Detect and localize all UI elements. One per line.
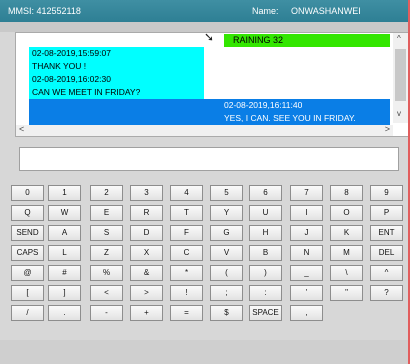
keyboard-key[interactable]: G <box>210 225 243 241</box>
keyboard-key[interactable]: % <box>90 265 123 281</box>
keyboard-key[interactable]: Q <box>11 205 44 221</box>
message-text: THANK YOU ! <box>32 61 87 71</box>
scroll-right-icon[interactable]: > <box>385 124 390 134</box>
keyboard-key[interactable]: " <box>330 285 363 301</box>
keyboard-key[interactable]: + <box>130 305 163 321</box>
keyboard-key[interactable]: $ <box>210 305 243 321</box>
keyboard-key[interactable]: @ <box>11 265 44 281</box>
keyboard-key[interactable]: V <box>210 245 243 261</box>
keyboard-key[interactable]: Y <box>210 205 243 221</box>
vertical-scrollbar[interactable]: ^ v <box>393 33 409 123</box>
keyboard-key[interactable]: , <box>290 305 323 321</box>
keyboard-key[interactable]: ^ <box>370 265 403 281</box>
keyboard-key[interactable]: C <box>170 245 203 261</box>
keyboard-key[interactable]: # <box>48 265 81 281</box>
keyboard-key[interactable]: B <box>249 245 282 261</box>
name-label: Name: <box>252 6 279 16</box>
keyboard-key[interactable]: - <box>90 305 123 321</box>
keyboard-key[interactable]: I <box>290 205 323 221</box>
keyboard-key[interactable]: * <box>170 265 203 281</box>
keyboard-key[interactable]: 5 <box>210 185 243 201</box>
keyboard-key[interactable]: [ <box>11 285 44 301</box>
keyboard-key[interactable]: M <box>330 245 363 261</box>
horizontal-scrollbar[interactable]: < > <box>16 124 393 136</box>
incoming-message: 02-08-2019,15:59:07 THANK YOU ! 02-08-20… <box>29 47 204 99</box>
keyboard-key[interactable]: K <box>330 225 363 241</box>
scroll-thumb[interactable] <box>395 49 406 101</box>
keyboard-key[interactable]: F <box>170 225 203 241</box>
scroll-up-icon[interactable]: ^ <box>397 34 401 43</box>
keyboard-key[interactable]: 9 <box>370 185 403 201</box>
keyboard-key[interactable]: P <box>370 205 403 221</box>
keyboard-key[interactable]: 6 <box>249 185 282 201</box>
keyboard-key[interactable]: ) <box>249 265 282 281</box>
on-screen-keyboard: 0 1 2 3 4 5 6 7 8 9 Q W E R T Y U I O P SEND A S D F G H J K ENT CAPS L… <box>11 185 404 340</box>
keyboard-key[interactable]: E <box>90 205 123 221</box>
keyboard-key[interactable]: & <box>130 265 163 281</box>
enter-key[interactable]: ENT <box>370 225 403 241</box>
keyboard-key[interactable]: J <box>290 225 323 241</box>
message-timestamp: 02-08-2019,15:59:07 <box>32 48 111 58</box>
keyboard-key[interactable]: N <box>290 245 323 261</box>
message-timestamp: 02-08-2019,16:02:30 <box>32 74 111 84</box>
outgoing-message: 02-08-2019,16:11:40 YES, I CAN. SEE YOU … <box>29 99 390 125</box>
keyboard-key[interactable]: R <box>130 205 163 221</box>
message-text: CAN WE MEET IN FRIDAY? <box>32 87 141 97</box>
name-area: Name: ONWASHANWEI <box>252 6 361 16</box>
keyboard-key[interactable]: U <box>249 205 282 221</box>
keyboard-key[interactable]: T <box>170 205 203 221</box>
keyboard-key[interactable]: . <box>48 305 81 321</box>
message-text: YES, I CAN. SEE YOU IN FRIDAY. <box>224 113 356 123</box>
keyboard-key[interactable]: L <box>48 245 81 261</box>
keyboard-key[interactable]: < <box>90 285 123 301</box>
status-message: RAINING 32 <box>224 34 390 47</box>
delete-key[interactable]: DEL <box>370 245 403 261</box>
keyboard-key[interactable]: 0 <box>11 185 44 201</box>
keyboard-key[interactable]: Z <box>90 245 123 261</box>
top-band <box>0 22 410 32</box>
keyboard-key[interactable]: W <box>48 205 81 221</box>
keyboard-key[interactable]: 8 <box>330 185 363 201</box>
key-space[interactable]: SPACE <box>249 305 282 321</box>
send-key[interactable]: SEND <box>11 225 44 241</box>
cursor-icon: ➘ <box>204 32 215 44</box>
keyboard-key[interactable]: ? <box>370 285 403 301</box>
keyboard-key[interactable]: \ <box>330 265 363 281</box>
bottom-bar <box>0 340 410 364</box>
keyboard-key[interactable]: S <box>90 225 123 241</box>
scroll-left-icon[interactable]: < <box>19 124 24 134</box>
keyboard-key[interactable]: : <box>249 285 282 301</box>
keyboard-key[interactable]: D <box>130 225 163 241</box>
keyboard-key[interactable]: 4 <box>170 185 203 201</box>
keyboard-key[interactable]: / <box>11 305 44 321</box>
keyboard-key[interactable]: 7 <box>290 185 323 201</box>
keyboard-key[interactable]: 2 <box>90 185 123 201</box>
chat-history-panel[interactable]: ➘ RAINING 32 02-08-2019,15:59:07 THANK Y… <box>15 32 410 137</box>
keyboard-key[interactable]: H <box>249 225 282 241</box>
mmsi-label: MMSI: 412552118 <box>8 6 81 16</box>
keyboard-key[interactable]: 3 <box>130 185 163 201</box>
keyboard-key[interactable]: ! <box>170 285 203 301</box>
caps-key[interactable]: CAPS <box>11 245 44 261</box>
title-bar: MMSI: 412552118 Name: ONWASHANWEI <box>0 0 410 22</box>
keyboard-key[interactable]: A <box>48 225 81 241</box>
keyboard-key[interactable]: ] <box>48 285 81 301</box>
keyboard-key[interactable]: O <box>330 205 363 221</box>
keyboard-key[interactable]: ' <box>290 285 323 301</box>
ais-message-screen: MMSI: 412552118 Name: ONWASHANWEI ➘ RAIN… <box>0 0 410 364</box>
keyboard-key[interactable]: 1 <box>48 185 81 201</box>
keyboard-key[interactable]: = <box>170 305 203 321</box>
scroll-down-icon[interactable]: v <box>397 109 401 118</box>
message-input[interactable] <box>19 147 399 171</box>
keyboard-key[interactable]: ( <box>210 265 243 281</box>
message-timestamp: 02-08-2019,16:11:40 <box>224 100 303 110</box>
name-value: ONWASHANWEI <box>291 6 361 16</box>
keyboard-key[interactable]: ; <box>210 285 243 301</box>
keyboard-key[interactable]: > <box>130 285 163 301</box>
keyboard-key[interactable]: _ <box>290 265 323 281</box>
keyboard-key[interactable]: X <box>130 245 163 261</box>
